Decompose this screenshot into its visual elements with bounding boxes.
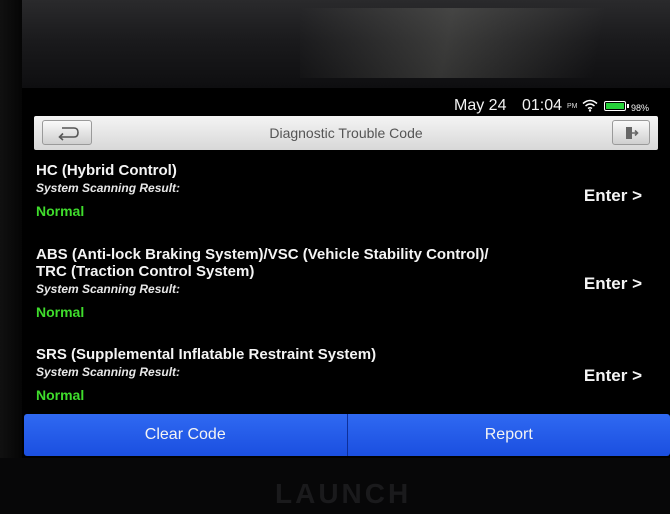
device-bezel-left xyxy=(0,0,22,514)
page-title: Diagnostic Trouble Code xyxy=(269,125,423,141)
battery-icon xyxy=(604,101,629,111)
exit-icon xyxy=(626,127,639,139)
system-name: ABS (Anti-lock Braking System)/VSC (Vehi… xyxy=(36,246,489,280)
enter-button[interactable]: Enter > xyxy=(584,186,642,206)
system-item[interactable]: ABS (Anti-lock Braking System)/VSC (Vehi… xyxy=(36,246,656,331)
system-scan-label: System Scanning Result: xyxy=(36,365,181,379)
report-button[interactable]: Report xyxy=(347,414,670,456)
system-scan-label: System Scanning Result: xyxy=(36,181,181,195)
status-ampm: PM xyxy=(567,103,578,110)
battery-percent: 98% xyxy=(631,103,650,113)
title-bar: Diagnostic Trouble Code xyxy=(34,116,658,150)
system-name: HC (Hybrid Control) xyxy=(36,162,177,179)
exit-button[interactable] xyxy=(612,120,650,145)
enter-button[interactable]: Enter > xyxy=(584,366,642,386)
battery-tip xyxy=(627,104,629,108)
system-result: Normal xyxy=(36,387,85,403)
system-name: SRS (Supplemental Inflatable Restraint S… xyxy=(36,346,377,363)
system-result: Normal xyxy=(36,203,85,219)
status-date: May 24 xyxy=(454,97,507,114)
system-item[interactable]: HC (Hybrid Control) System Scanning Resu… xyxy=(36,162,656,232)
enter-button[interactable]: Enter > xyxy=(584,274,642,294)
device-screen: May 24 01:04 PM 98% Diagnostic Trouble C… xyxy=(22,88,670,460)
system-result: Normal xyxy=(36,304,85,320)
bottom-action-bar: Clear Code Report xyxy=(24,414,670,456)
wifi-icon xyxy=(582,99,598,112)
status-bar: May 24 01:04 PM 98% xyxy=(22,88,670,114)
battery-fill xyxy=(606,103,624,109)
screen-glare xyxy=(300,8,670,78)
brand-logo: LAUNCH xyxy=(275,478,412,509)
system-scan-label: System Scanning Result: xyxy=(36,282,181,296)
clear-code-button[interactable]: Clear Code xyxy=(24,414,348,456)
status-time: 01:04 xyxy=(522,97,563,114)
system-item[interactable]: SRS (Supplemental Inflatable Restraint S… xyxy=(36,346,656,412)
